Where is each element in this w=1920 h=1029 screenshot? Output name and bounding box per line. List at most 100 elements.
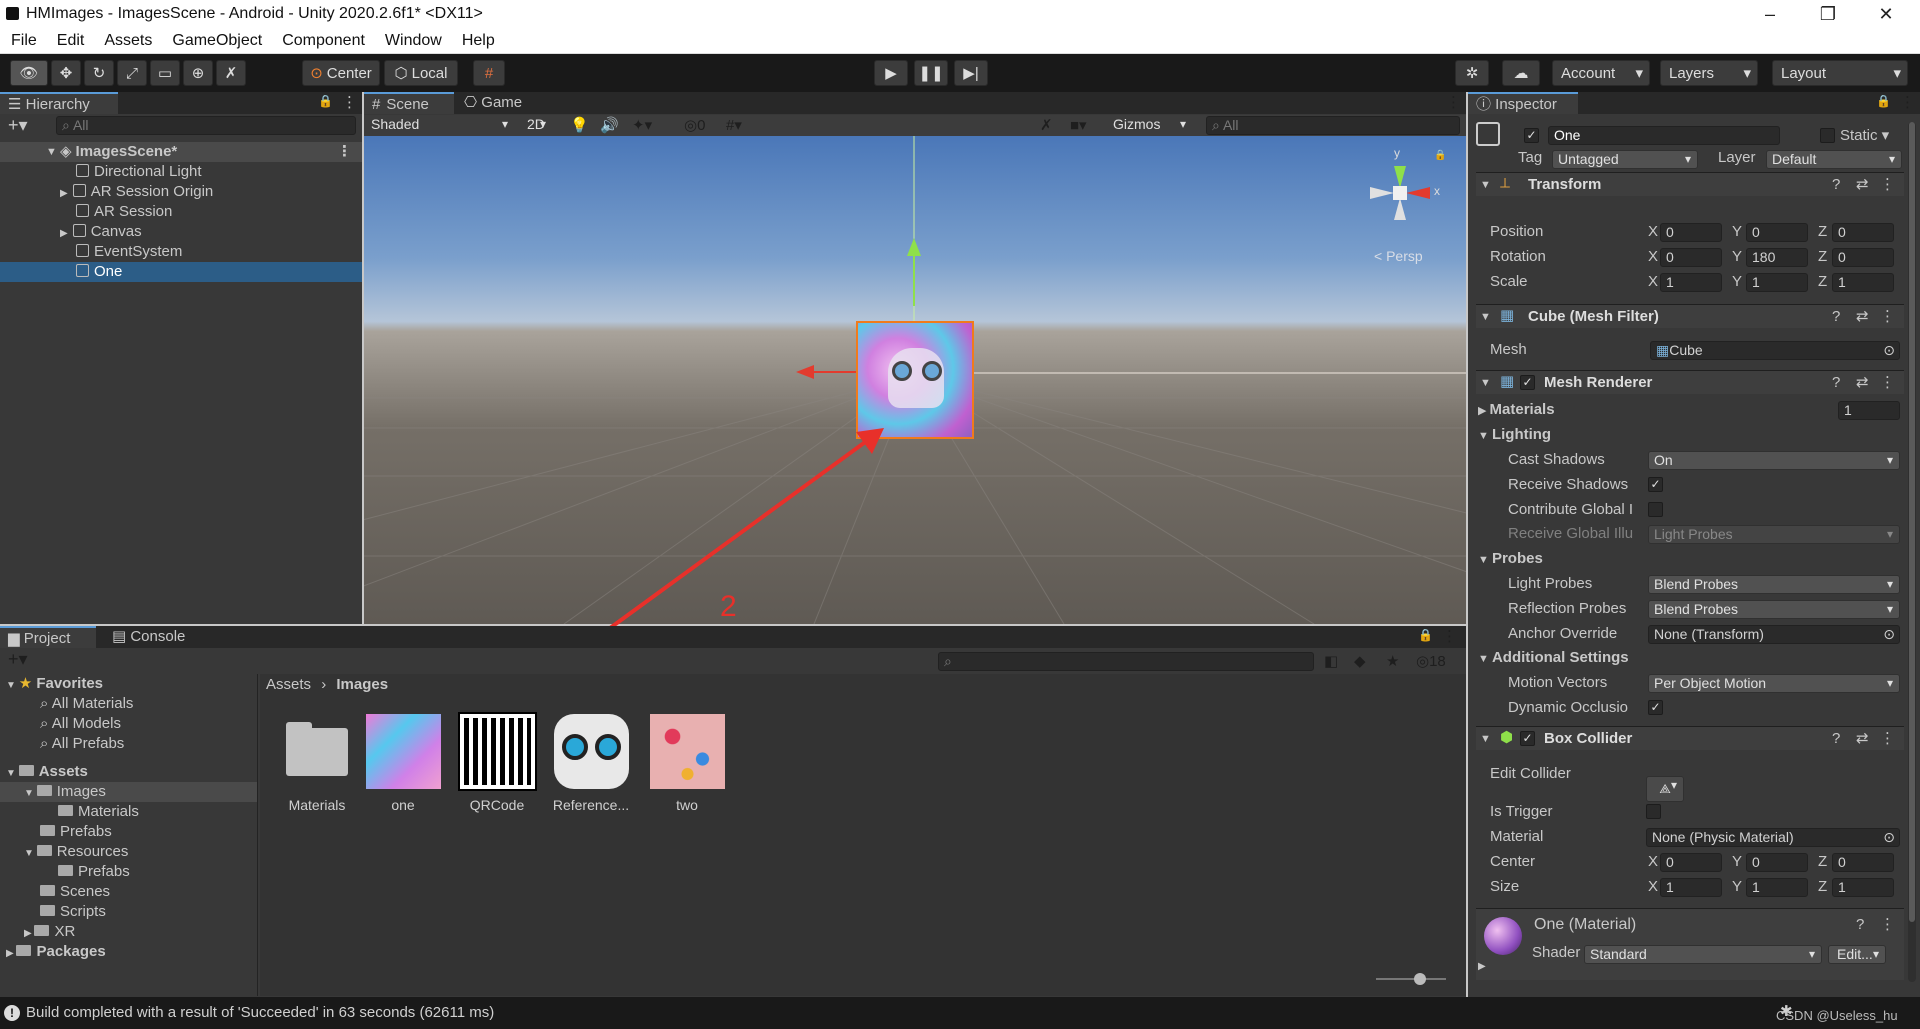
lighting-foldout[interactable]: ▼ Lighting	[1478, 425, 1551, 446]
preset-icon[interactable]: ⇄	[1856, 175, 1869, 195]
restore-icon[interactable]: ❐	[1800, 0, 1856, 28]
rotation-x-field[interactable]: 0	[1660, 248, 1722, 267]
tree-item-scenes[interactable]: Scenes	[40, 882, 110, 902]
asset-item[interactable]: two	[642, 714, 732, 813]
mesh-field[interactable]: ▦Cube ⊙	[1650, 341, 1900, 360]
asset-item[interactable]: one	[358, 714, 448, 813]
tab-hierarchy[interactable]: ☰ Hierarchy	[0, 92, 118, 114]
more-icon[interactable]: ⋮	[1880, 307, 1895, 327]
pause-button[interactable]: ❚❚	[914, 60, 948, 86]
hidden-packages-icon[interactable]: ◎18	[1416, 652, 1446, 670]
favorite-item[interactable]: ⌕ All Prefabs	[40, 734, 124, 754]
play-button[interactable]: ▶	[874, 60, 908, 86]
collider-material-field[interactable]: None (Physic Material) ⊙	[1646, 828, 1900, 847]
services-icon[interactable]: ✲	[1455, 60, 1489, 86]
hierarchy-item-selected[interactable]: One	[0, 262, 362, 282]
menu-file[interactable]: File	[11, 32, 37, 50]
mesh-renderer-enabled-checkbox[interactable]: ✓	[1520, 375, 1535, 390]
receive-shadows-checkbox[interactable]: ✓	[1648, 477, 1663, 492]
expand-arrow-icon[interactable]: ▶	[1478, 957, 1486, 977]
hierarchy-item[interactable]: AR Session	[76, 202, 172, 222]
selected-cube[interactable]	[856, 321, 974, 439]
center-z-field[interactable]: 0	[1832, 853, 1894, 872]
menu-help[interactable]: Help	[462, 32, 495, 50]
zoom-slider-handle[interactable]	[1414, 973, 1426, 985]
rotation-z-field[interactable]: 0	[1832, 248, 1894, 267]
static-dropdown[interactable]: Static ▾	[1840, 126, 1889, 146]
2d-toggle[interactable]: 2D	[522, 116, 552, 135]
more-icon[interactable]: ⋮	[337, 142, 352, 162]
transform-tool-button[interactable]: ⊕	[183, 60, 213, 86]
layers-dropdown[interactable]: Layers ▾	[1660, 60, 1758, 86]
transform-header[interactable]: ▼ ⟂ Transform ? ⇄ ⋮	[1476, 172, 1904, 196]
lock-icon[interactable]: 🔒	[1876, 94, 1891, 108]
tree-item-materials[interactable]: Materials	[58, 802, 139, 822]
layout-dropdown[interactable]: Layout ▾	[1772, 60, 1908, 86]
lock-icon[interactable]: 🔒	[318, 94, 333, 108]
layer-dropdown[interactable]: Default	[1766, 150, 1902, 169]
scene-viewport[interactable]: y x 🔒 < Persp	[364, 136, 1466, 624]
additional-settings-foldout[interactable]: ▼ Additional Settings	[1478, 648, 1629, 669]
tree-item-xr[interactable]: ▶ XR	[24, 922, 75, 942]
tag-dropdown[interactable]: Untagged	[1552, 150, 1698, 169]
help-icon[interactable]: ?	[1856, 915, 1864, 935]
scale-tool-button[interactable]: ⤢	[117, 60, 147, 86]
cloud-icon[interactable]: ☁	[1502, 60, 1540, 86]
tree-item-prefabs[interactable]: Prefabs	[40, 822, 112, 842]
gizmo-y-arrow-icon[interactable]	[907, 238, 921, 256]
tools-icon[interactable]: ✗	[1040, 116, 1053, 134]
materials-foldout[interactable]: ▶ Materials	[1478, 400, 1555, 421]
position-z-field[interactable]: 0	[1832, 223, 1894, 242]
project-search-input[interactable]: ⌕	[938, 652, 1314, 671]
help-icon[interactable]: ?	[1832, 175, 1840, 195]
more-icon[interactable]: ⋮	[1446, 93, 1461, 111]
more-icon[interactable]: ⋮	[1880, 915, 1895, 935]
favorite-item[interactable]: ⌕ All Materials	[40, 694, 133, 714]
center-y-field[interactable]: 0	[1746, 853, 1808, 872]
add-button[interactable]: +▾	[8, 650, 28, 668]
scene-search-input[interactable]: ⌕ All	[1206, 116, 1460, 135]
breadcrumb-item[interactable]: Images	[336, 676, 388, 693]
scene-root-row[interactable]: ▼ ◈ ImagesScene* ⋮	[0, 142, 362, 162]
mesh-renderer-header[interactable]: ▼ ▦ ✓ Mesh Renderer ? ⇄ ⋮	[1476, 370, 1904, 394]
mesh-filter-header[interactable]: ▼ ▦ Cube (Mesh Filter) ? ⇄ ⋮	[1476, 304, 1904, 328]
dynamic-occlusion-checkbox[interactable]: ✓	[1648, 700, 1663, 715]
favorites-row[interactable]: ▼ ★ Favorites	[6, 674, 103, 694]
close-icon[interactable]: ✕	[1858, 0, 1914, 28]
zoom-slider[interactable]	[1376, 973, 1446, 985]
add-button[interactable]: +▾	[8, 116, 28, 134]
preset-icon[interactable]: ⇄	[1856, 307, 1869, 327]
object-picker-icon[interactable]: ⊙	[1883, 626, 1895, 643]
anchor-override-field[interactable]: None (Transform) ⊙	[1648, 625, 1900, 644]
favorite-star-icon[interactable]: ★	[1386, 652, 1399, 670]
lock-icon[interactable]: 🔒	[1434, 150, 1446, 161]
contribute-gi-checkbox[interactable]	[1648, 502, 1663, 517]
more-icon[interactable]: ⋮	[1880, 729, 1895, 749]
hierarchy-item[interactable]: Directional Light	[76, 162, 202, 182]
menu-assets[interactable]: Assets	[104, 32, 152, 50]
lock-icon[interactable]: 🔒	[1418, 628, 1433, 642]
filter-type-icon[interactable]: ◧	[1324, 652, 1338, 670]
hierarchy-item[interactable]: ▶ AR Session Origin	[60, 182, 213, 202]
expand-arrow-icon[interactable]: ▶	[60, 228, 68, 239]
assets-row[interactable]: ▼ Assets	[6, 762, 88, 782]
expand-arrow-icon[interactable]: ▶	[60, 188, 68, 199]
object-picker-icon[interactable]: ⊙	[1883, 342, 1895, 359]
scale-x-field[interactable]: 1	[1660, 273, 1722, 292]
position-x-field[interactable]: 0	[1660, 223, 1722, 242]
filter-label-icon[interactable]: ◆	[1354, 652, 1366, 670]
size-x-field[interactable]: 1	[1660, 878, 1722, 897]
move-tool-button[interactable]: ✥	[51, 60, 81, 86]
pivot-center-button[interactable]: ⊙ Center	[302, 60, 380, 86]
size-z-field[interactable]: 1	[1832, 878, 1894, 897]
scale-y-field[interactable]: 1	[1746, 273, 1808, 292]
tree-item-scripts[interactable]: Scripts	[40, 902, 106, 922]
probes-foldout[interactable]: ▼ Probes	[1478, 549, 1543, 570]
lighting-icon[interactable]: 💡	[570, 116, 589, 134]
help-icon[interactable]: ?	[1832, 729, 1840, 749]
hierarchy-item[interactable]: ▶ Canvas	[60, 222, 142, 242]
rect-tool-button[interactable]: ▭	[150, 60, 180, 86]
account-dropdown[interactable]: Account ▾	[1552, 60, 1650, 86]
persp-label[interactable]: < Persp	[1374, 248, 1423, 264]
more-icon[interactable]: ⋮	[1900, 93, 1915, 111]
